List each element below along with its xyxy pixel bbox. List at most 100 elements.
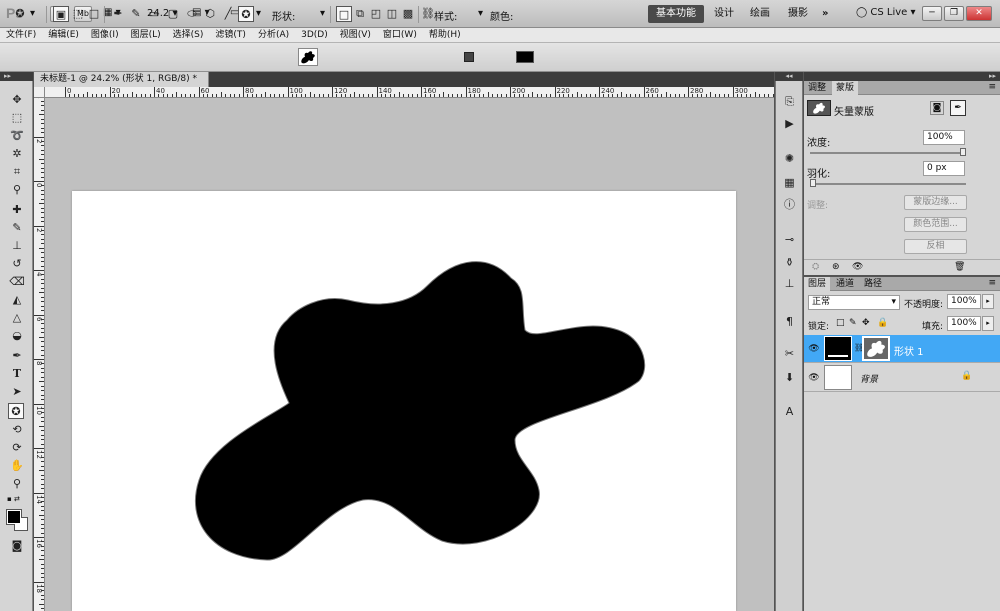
feather-field[interactable]: 0 px	[923, 161, 965, 176]
subtract-shape-area-button[interactable]: ◰	[368, 6, 384, 22]
layer-row-shape-1[interactable]: 👁 ⛓ 形状 1	[804, 335, 1000, 363]
layer-name[interactable]: 形状 1	[894, 343, 924, 358]
eraser-tool[interactable]: ⌫	[9, 274, 25, 290]
opacity-slider-button[interactable]: ▸	[982, 294, 994, 309]
toggle-mask-visibility-icon[interactable]: 👁	[852, 262, 863, 272]
lasso-tool[interactable]: ➰	[9, 128, 25, 144]
feather-slider-thumb[interactable]	[810, 179, 816, 187]
brush-presets-panel-button[interactable]: ⊸	[782, 232, 797, 247]
vector-mask-button[interactable]: ✒	[950, 100, 966, 116]
polygon-option[interactable]: ⬡	[202, 6, 218, 22]
3d-panel-button[interactable]: ✂	[782, 346, 797, 361]
lock-position-icon[interactable]: ✥	[862, 318, 870, 328]
density-slider-thumb[interactable]	[960, 148, 966, 156]
history-panel-button[interactable]: ⎘	[782, 94, 797, 109]
info-panel-button[interactable]: ⓘ	[782, 197, 797, 212]
paths-mode-button[interactable]: ⬚	[70, 6, 86, 22]
minimize-button[interactable]: ─	[922, 6, 942, 21]
menu-help[interactable]: 帮助(H)	[423, 28, 467, 43]
tab-layers[interactable]: 图层	[804, 277, 831, 291]
rounded-rectangle-option[interactable]: ▢	[165, 6, 181, 22]
cs-live-button[interactable]: ◯ CS Live ▾	[856, 7, 916, 18]
blur-tool[interactable]: △	[9, 310, 25, 326]
tab-adjustments[interactable]: 调整	[804, 81, 830, 95]
pixel-mask-button[interactable]: ◙	[930, 101, 944, 115]
pen-tool[interactable]: ✒	[9, 348, 25, 364]
dodge-tool[interactable]: ◒	[9, 328, 25, 344]
custom-shape-option[interactable]: ✪	[238, 6, 254, 22]
tab-paths[interactable]: 路径	[860, 277, 886, 291]
ellipse-option[interactable]: ⬭	[184, 6, 200, 22]
menu-image[interactable]: 图像(I)	[85, 28, 125, 43]
type-tool[interactable]: T	[9, 366, 25, 382]
tools-panel-header[interactable]: ▸▸	[0, 72, 33, 81]
opacity-field[interactable]: 100%	[947, 294, 981, 309]
marquee-tool[interactable]: ⬚	[9, 110, 25, 126]
rectangle-option[interactable]: ▭	[146, 6, 162, 22]
document-tab[interactable]: 未标题-1 @ 24.2% (形状 1, RGB/8) * ✕	[34, 72, 209, 99]
3d-orbit-tool[interactable]: ⟳	[9, 440, 25, 456]
apply-mask-icon[interactable]: ⊛	[832, 262, 840, 272]
workspace-photography[interactable]: 摄影	[780, 5, 816, 23]
invert-button[interactable]: 反相	[904, 239, 967, 254]
fill-pixels-mode-button[interactable]: □	[86, 6, 102, 22]
density-slider-track[interactable]	[810, 152, 966, 154]
lock-image-icon[interactable]: ✎	[849, 318, 857, 328]
panel-menu-icon[interactable]: ≡	[988, 82, 996, 92]
layer-name[interactable]: 背景	[860, 372, 878, 385]
chevron-down-icon[interactable]: ▾	[320, 8, 325, 19]
spot-healing-tool[interactable]: ✚	[9, 202, 25, 218]
more-workspaces-button[interactable]: »	[814, 5, 836, 23]
shape-1-splat[interactable]	[45, 98, 774, 611]
quick-selection-tool[interactable]: ✲	[9, 146, 25, 162]
ruler-origin[interactable]	[34, 87, 45, 98]
color-range-button[interactable]: 颜色范围...	[904, 217, 967, 232]
chevron-down-icon[interactable]: ▾	[478, 8, 483, 19]
add-to-shape-area-button[interactable]: ⧉	[352, 6, 368, 22]
freeform-pen-option[interactable]: ✎	[128, 6, 144, 22]
create-new-shape-layer-button[interactable]: □	[336, 6, 352, 22]
menu-edit[interactable]: 编辑(E)	[42, 28, 85, 43]
clone-source-panel-button[interactable]: ⚱	[782, 255, 797, 270]
history-brush-tool[interactable]: ↺	[9, 256, 25, 272]
paint-bucket-tool[interactable]: ◭	[9, 292, 25, 308]
menu-file[interactable]: 文件(F)	[0, 28, 42, 43]
fill-slider-button[interactable]: ▸	[982, 316, 994, 331]
default-colors-button[interactable]: ▪ ⇄	[7, 495, 20, 503]
workspace-design[interactable]: 设计	[706, 5, 742, 23]
dock-strip-header[interactable]: ◂◂	[775, 72, 803, 81]
zoom-tool[interactable]: ⚲	[9, 476, 25, 492]
animation-panel-button[interactable]: ⬇	[782, 370, 797, 385]
paragraph-panel-button[interactable]: ¶	[782, 314, 797, 329]
delete-mask-icon[interactable]: 🗑	[954, 262, 965, 272]
tab-channels[interactable]: 通道	[832, 277, 858, 291]
workspace-essentials[interactable]: 基本功能	[648, 5, 704, 23]
style-picker[interactable]	[464, 52, 474, 62]
visibility-eye-icon[interactable]: 👁	[808, 343, 820, 355]
fill-field[interactable]: 100%	[947, 316, 981, 331]
panel-menu-icon[interactable]: ≡	[988, 278, 996, 288]
3d-rotate-tool[interactable]: ⟲	[9, 422, 25, 438]
path-selection-tool[interactable]: ➤	[9, 384, 25, 400]
vector-mask-layer-thumbnail[interactable]	[862, 336, 890, 361]
line-option[interactable]: ╱	[220, 6, 236, 22]
horizontal-ruler[interactable]: 0 20 40 60 80 100 120 140 160 180 200 220 240 260 280 3…	[34, 87, 774, 98]
shape-layers-mode-button[interactable]: ▣	[53, 6, 69, 22]
workspace-painting[interactable]: 绘画	[742, 5, 778, 23]
lock-transparent-icon[interactable]: □	[836, 318, 845, 328]
clone-stamp-tool[interactable]: ⊥	[9, 238, 25, 254]
custom-shape-tool[interactable]: ✪	[8, 403, 24, 419]
brush-tool[interactable]: ✎	[9, 220, 25, 236]
restore-button[interactable]: ❐	[944, 6, 964, 21]
menu-filter[interactable]: 滤镜(T)	[209, 28, 252, 43]
eyedropper-tool[interactable]: ⚲	[9, 182, 25, 198]
menu-select[interactable]: 选择(S)	[167, 28, 210, 43]
menu-analysis[interactable]: 分析(A)	[252, 28, 295, 43]
close-button[interactable]: ✕	[966, 6, 992, 21]
lock-all-icon[interactable]: 🔒	[877, 318, 888, 328]
shape-color-swatch[interactable]	[516, 51, 534, 63]
masks-panel-header[interactable]: ▸▸	[804, 72, 1000, 81]
vertical-ruler[interactable]: 42024681012141618	[34, 98, 45, 611]
tab-masks[interactable]: 蒙版	[832, 81, 859, 95]
crop-tool[interactable]: ⌗	[9, 164, 25, 180]
